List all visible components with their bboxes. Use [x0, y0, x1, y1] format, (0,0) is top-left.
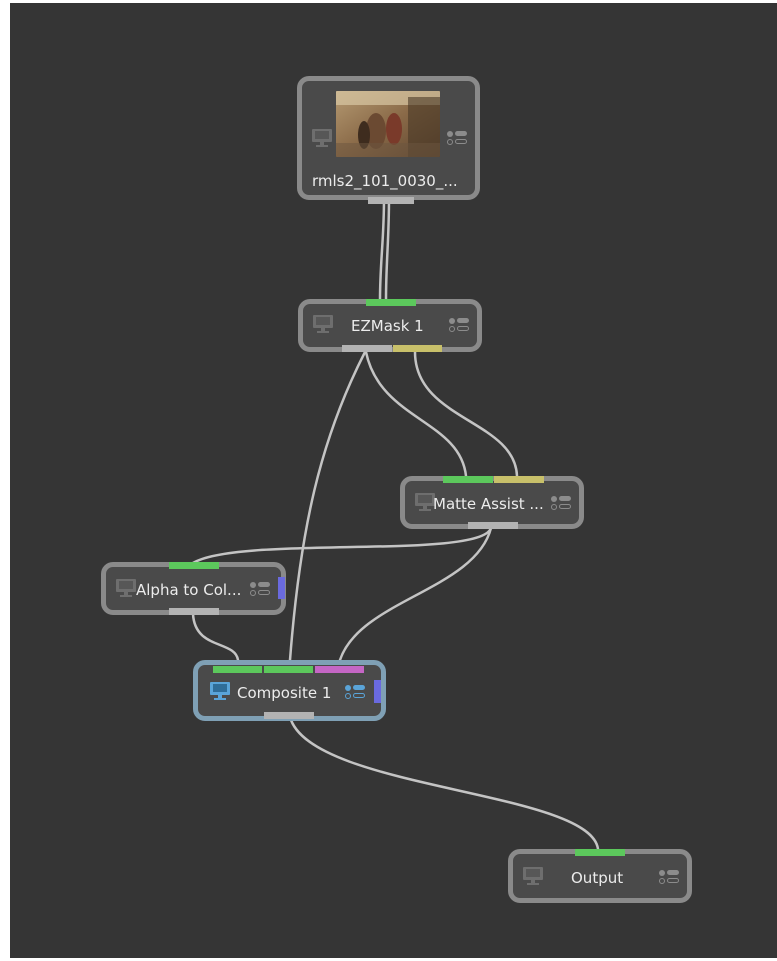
node-options-icon[interactable]	[345, 685, 367, 699]
alpha-to-color-node[interactable]: Alpha to Col...	[101, 562, 286, 615]
output-port[interactable]	[342, 345, 392, 352]
node-options-icon[interactable]	[449, 318, 471, 332]
matte-input-port[interactable]	[494, 476, 544, 483]
output-port[interactable]	[368, 197, 414, 204]
output-port[interactable]	[169, 608, 219, 615]
side-port[interactable]	[278, 577, 285, 599]
input-port[interactable]	[575, 849, 625, 856]
monitor-icon[interactable]	[523, 867, 543, 885]
input-port-2[interactable]	[264, 666, 313, 673]
input-port[interactable]	[443, 476, 493, 483]
ezmask-node[interactable]: EZMask 1	[298, 299, 482, 352]
monitor-icon[interactable]	[313, 315, 333, 333]
monitor-icon[interactable]	[210, 682, 230, 700]
output-node[interactable]: Output	[508, 849, 692, 903]
node-title: Matte Assist ...	[433, 495, 544, 513]
matte-output-port[interactable]	[393, 345, 442, 352]
matte-assist-node[interactable]: Matte Assist ...	[400, 476, 584, 529]
node-title: EZMask 1	[351, 317, 424, 335]
input-port[interactable]	[213, 666, 262, 673]
node-title: Output	[571, 869, 624, 887]
read-node[interactable]: rmls2_101_0030_...	[297, 76, 480, 204]
node-title: Alpha to Col...	[136, 581, 242, 599]
output-port[interactable]	[468, 522, 518, 529]
composite-node[interactable]: Composite 1	[193, 660, 386, 721]
node-options-icon[interactable]	[551, 496, 573, 510]
thumbnail-image	[336, 91, 440, 157]
mask-input-port[interactable]	[315, 666, 364, 673]
node-options-icon[interactable]	[659, 870, 681, 884]
input-port[interactable]	[366, 299, 416, 306]
node-options-icon[interactable]	[447, 131, 469, 145]
monitor-icon[interactable]	[312, 129, 332, 147]
monitor-icon[interactable]	[415, 493, 435, 511]
monitor-icon[interactable]	[116, 579, 136, 597]
output-port[interactable]	[264, 712, 314, 719]
input-port[interactable]	[169, 562, 219, 569]
node-options-icon[interactable]	[250, 582, 272, 596]
node-title: Composite 1	[237, 684, 332, 702]
side-port[interactable]	[374, 680, 381, 703]
node-title: rmls2_101_0030_...	[312, 172, 458, 190]
